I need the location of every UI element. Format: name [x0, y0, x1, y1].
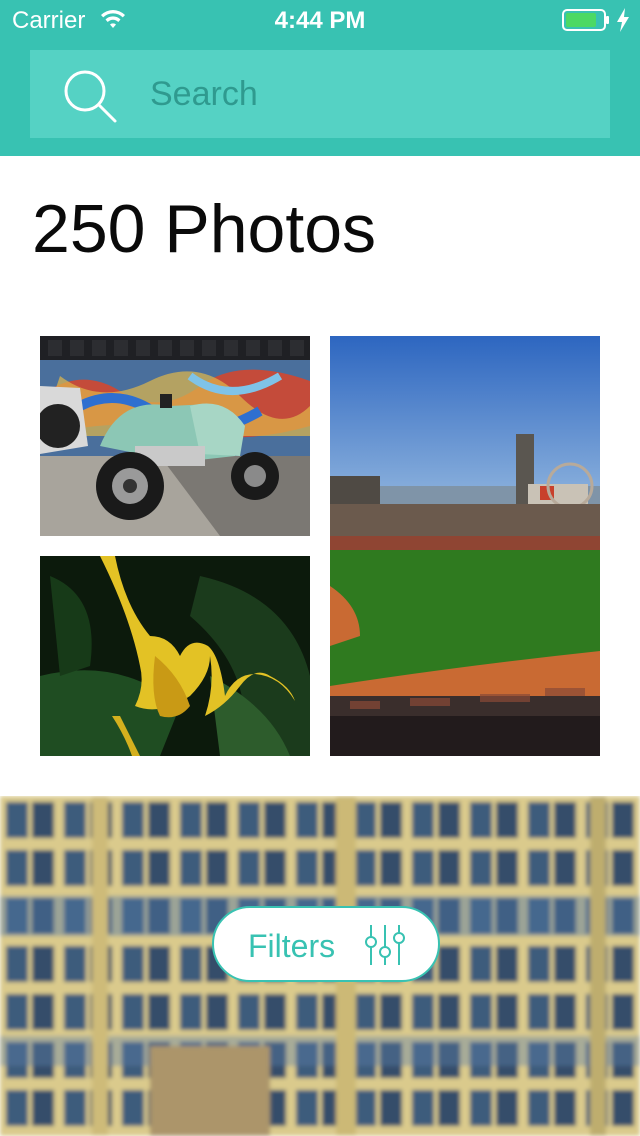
- status-bar: Carrier 4:44 PM: [0, 0, 640, 40]
- battery-icon: [562, 9, 609, 31]
- filters-label: Filters: [248, 928, 336, 964]
- header-bar: Carrier 4:44 PM: [0, 0, 640, 156]
- photo-count-title: 250 Photos: [32, 191, 377, 267]
- search-bar[interactable]: [30, 50, 610, 138]
- search-input[interactable]: [150, 50, 590, 138]
- filters-button[interactable]: Filters: [212, 906, 440, 982]
- photo-ballpark-stadium[interactable]: [330, 336, 600, 756]
- clock: 4:44 PM: [274, 7, 366, 34]
- photo-yellow-flower[interactable]: [40, 556, 310, 756]
- photo-scooter-graffiti[interactable]: [40, 336, 310, 536]
- charging-icon: [617, 8, 629, 32]
- sliders-icon: [365, 925, 405, 965]
- search-icon[interactable]: [62, 68, 118, 124]
